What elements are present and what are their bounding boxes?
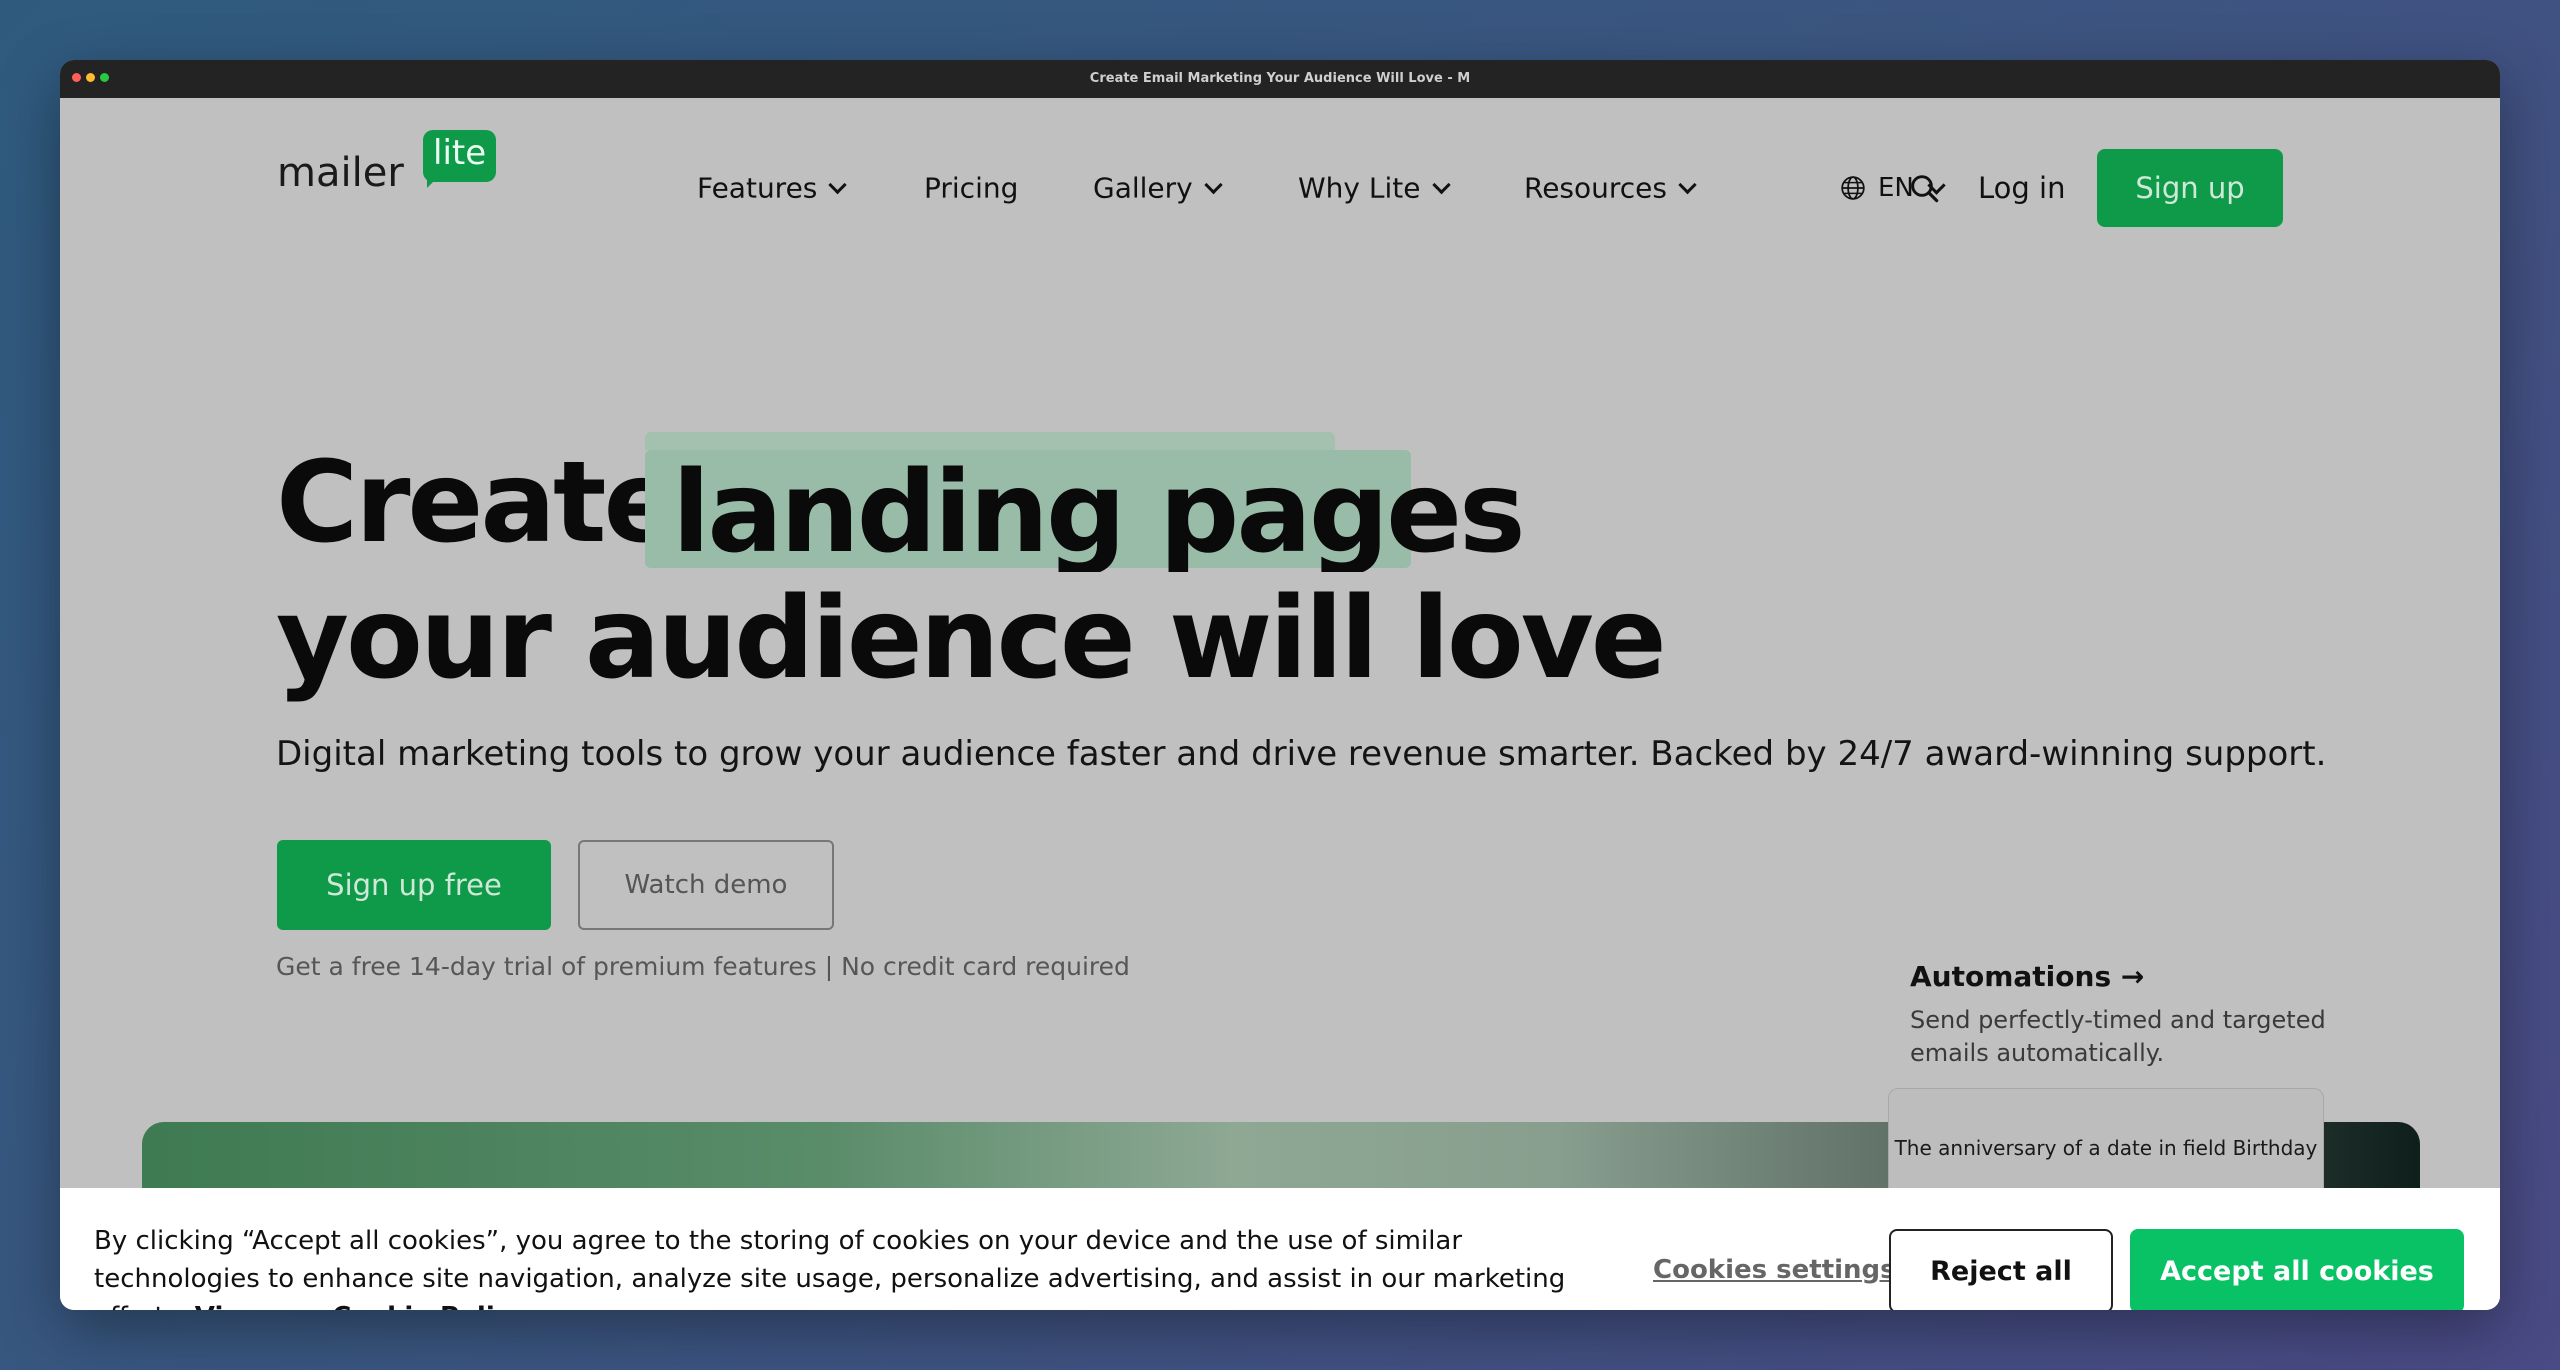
nav-features-label: Features [697, 171, 818, 205]
nav-why-lite[interactable]: Why Lite [1298, 171, 1451, 205]
chevron-down-icon [1431, 175, 1451, 195]
hero-title-prefix: Create [276, 438, 679, 568]
nav-resources-label: Resources [1524, 171, 1667, 205]
nav-resources[interactable]: Resources [1524, 171, 1697, 205]
search-icon[interactable] [1908, 172, 1940, 204]
automations-link[interactable]: Automations → [1910, 960, 2144, 993]
cookie-settings-link[interactable]: Cookies settings [1653, 1255, 1896, 1285]
signup-free-button[interactable]: Sign up free [277, 840, 551, 930]
hero-title-highlight: landing pages [672, 454, 1523, 572]
logo-badge: lite [423, 130, 497, 182]
cookie-banner: By clicking “Accept all cookies”, you ag… [60, 1188, 2500, 1310]
nav-pricing[interactable]: Pricing [924, 172, 1018, 205]
nav-pricing-label: Pricing [924, 171, 1019, 205]
cookie-suffix: . [527, 1302, 535, 1310]
title-bar: Create Email Marketing Your Audience Wil… [60, 60, 2500, 98]
page: mailer lite Features Pricing Gallery Why… [60, 98, 2500, 1310]
nav-gallery[interactable]: Gallery [1093, 171, 1223, 205]
automations-description: Send perfectly-timed and targeted emails… [1910, 1006, 2326, 1067]
trial-note: Get a free 14-day trial of premium featu… [276, 952, 1130, 981]
watch-demo-button[interactable]: Watch demo [578, 840, 834, 930]
nav-features[interactable]: Features [697, 171, 848, 205]
highlight-strip [645, 432, 1335, 450]
accept-all-cookies-button[interactable]: Accept all cookies [2130, 1229, 2464, 1310]
chevron-down-icon [828, 175, 848, 195]
window-title: Create Email Marketing Your Audience Wil… [1089, 71, 1471, 86]
nav-why-lite-label: Why Lite [1298, 171, 1421, 205]
hero-subtitle: Digital marketing tools to grow your aud… [276, 734, 2327, 774]
chevron-down-icon [1204, 175, 1223, 195]
cookie-message: By clicking “Accept all cookies”, you ag… [94, 1226, 1566, 1310]
reject-all-button[interactable]: Reject all [1889, 1229, 2113, 1310]
chevron-down-icon [1678, 175, 1697, 195]
login-link[interactable]: Log in [1978, 171, 2065, 205]
cookie-text: By clicking “Accept all cookies”, you ag… [94, 1222, 1614, 1310]
automation-preview-text: The anniversary of a date in field Birth… [1894, 1136, 2318, 1160]
browser-window: Create Email Marketing Your Audience Wil… [60, 60, 2500, 1310]
mailerlite-logo[interactable]: mailer lite [277, 130, 507, 196]
globe-icon [1841, 176, 1865, 200]
nav-gallery-label: Gallery [1093, 171, 1193, 205]
logo-word: mailer [277, 150, 404, 196]
signup-button[interactable]: Sign up [2097, 149, 2283, 227]
hero-title-line2: your audience will love [276, 574, 1667, 704]
cookie-policy-link[interactable]: View our Cookie Policy [195, 1302, 527, 1310]
